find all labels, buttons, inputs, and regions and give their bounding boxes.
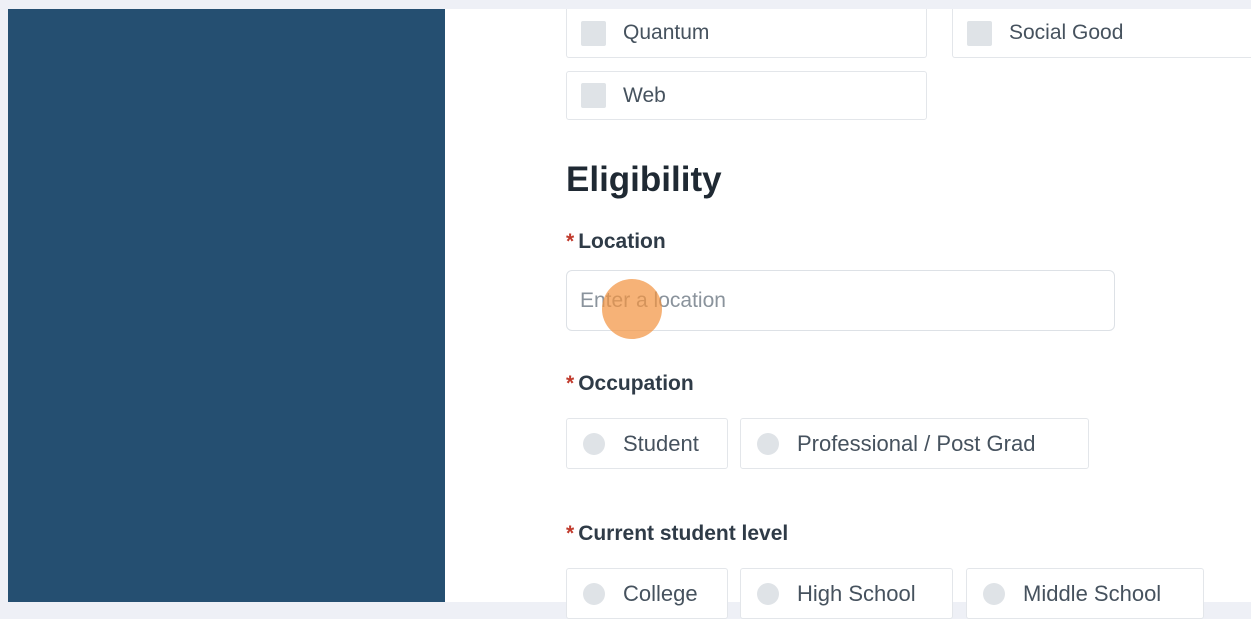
radio-button[interactable] <box>583 432 605 455</box>
student-level-option-label: Middle School <box>1023 580 1162 606</box>
interest-option-quantum[interactable]: Quantum <box>566 9 927 58</box>
checkbox[interactable] <box>967 20 992 46</box>
interest-label-quantum: Quantum <box>623 21 710 44</box>
student-level-option-middle-school[interactable]: Middle School <box>966 568 1204 619</box>
checkbox[interactable] <box>581 20 606 46</box>
student-level-option-label: College <box>623 580 698 606</box>
occupation-label: Occupation <box>578 372 694 395</box>
section-heading-eligibility: Eligibility <box>566 160 722 199</box>
radio-button[interactable] <box>757 582 779 605</box>
checkbox[interactable] <box>581 83 606 108</box>
occupation-option-professional[interactable]: Professional / Post Grad <box>740 418 1089 469</box>
required-marker: * <box>566 230 575 253</box>
radio-button[interactable] <box>983 582 1005 605</box>
student-level-option-label: High School <box>797 580 916 606</box>
occupation-option-label: Student <box>623 430 699 456</box>
location-field-label: * Location <box>566 230 666 254</box>
location-label: Location <box>578 230 666 253</box>
interest-label-web: Web <box>623 83 666 107</box>
occupation-option-label: Professional / Post Grad <box>797 430 1036 456</box>
required-marker: * <box>566 522 575 545</box>
radio-button[interactable] <box>757 432 779 455</box>
student-level-label: Current student level <box>578 522 789 545</box>
occupation-option-student[interactable]: Student <box>566 418 728 469</box>
radio-button[interactable] <box>583 582 605 605</box>
interest-label-social-good: Social Good <box>1009 21 1124 44</box>
interest-option-social-good[interactable]: Social Good <box>952 9 1251 58</box>
sidebar-panel <box>8 9 445 602</box>
occupation-field-label: * Occupation <box>566 372 694 396</box>
student-level-option-college[interactable]: College <box>566 568 728 619</box>
student-level-field-label: * Current student level <box>566 522 788 546</box>
interest-option-web[interactable]: Web <box>566 71 927 120</box>
location-input[interactable] <box>566 270 1115 331</box>
required-marker: * <box>566 372 575 395</box>
student-level-option-high-school[interactable]: High School <box>740 568 953 619</box>
